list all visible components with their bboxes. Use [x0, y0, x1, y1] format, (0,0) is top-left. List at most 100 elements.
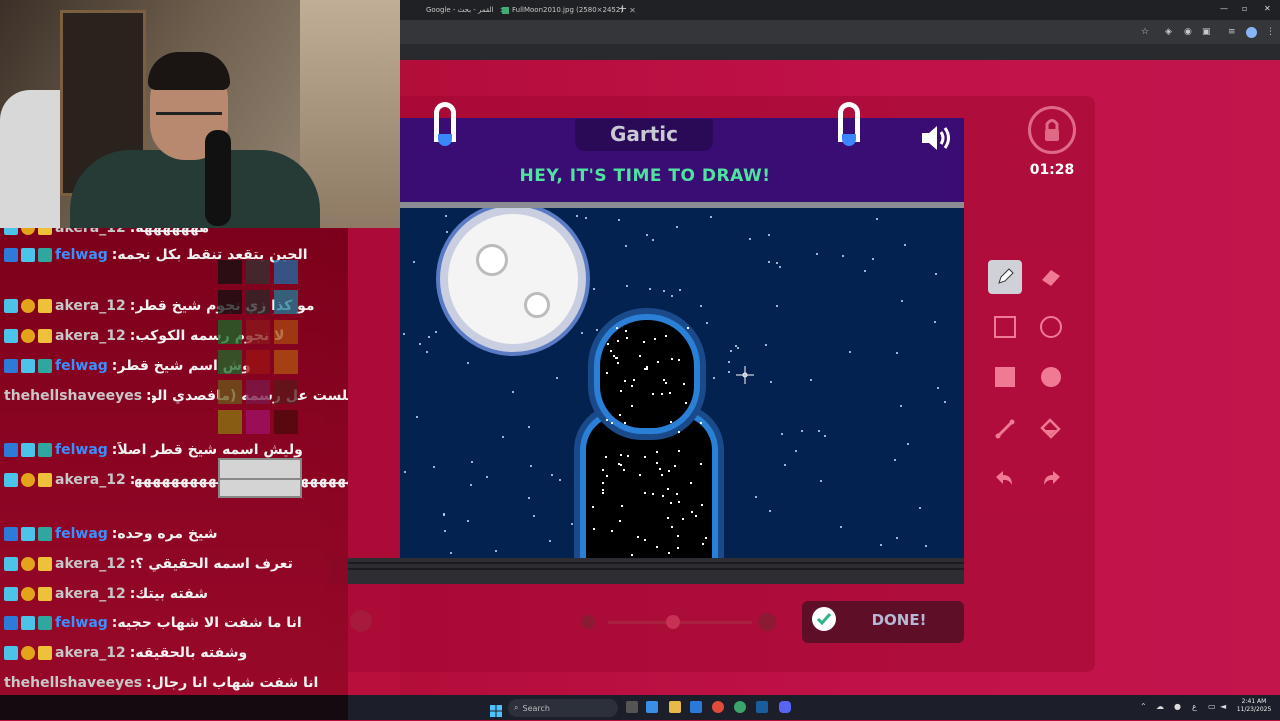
- network-icon[interactable]: ▭: [1208, 702, 1216, 711]
- star-dot: [646, 234, 648, 236]
- discord-icon[interactable]: [779, 701, 791, 713]
- draw-prompt-title: HEY, IT'S TIME TO DRAW!: [519, 166, 771, 186]
- tray-mic-icon[interactable]: ●: [1174, 702, 1181, 711]
- silhouette-star-dot: [646, 368, 648, 370]
- maximize-button[interactable]: ▫: [1242, 4, 1247, 13]
- speaker-icon[interactable]: [920, 124, 954, 152]
- close-window-button[interactable]: ✕: [1264, 4, 1271, 13]
- chat-username[interactable]: felwag: [55, 247, 108, 263]
- chat-username[interactable]: akera_12: [55, 645, 126, 661]
- palette-swatch[interactable]: [218, 350, 242, 374]
- star-dot: [904, 244, 906, 246]
- palette-swatch[interactable]: [218, 320, 242, 344]
- brush-size-slider[interactable]: [608, 621, 752, 624]
- chat-username[interactable]: felwag: [55, 526, 108, 542]
- mic-badge-icon: [21, 359, 35, 373]
- redo-tool[interactable]: [1034, 462, 1068, 496]
- taskbar-search[interactable]: ⌕ Search: [508, 699, 618, 717]
- square-fill-icon: [995, 367, 1015, 387]
- minimize-button[interactable]: —: [1220, 4, 1228, 13]
- palette-swatch[interactable]: [246, 410, 270, 434]
- volume-icon[interactable]: ◄: [1220, 702, 1226, 711]
- star-dot: [896, 352, 898, 354]
- browser-tab-google[interactable]: Google - القمر - بحث ✕: [426, 2, 506, 18]
- color-swatch[interactable]: [350, 610, 372, 632]
- tray-cloud-icon[interactable]: ☁: [1156, 702, 1164, 711]
- star-dot: [467, 520, 469, 522]
- ellipse-outline-tool[interactable]: [1034, 310, 1068, 344]
- palette-swatch[interactable]: [274, 290, 298, 314]
- palette-swatch[interactable]: [246, 380, 270, 404]
- palette-swatch[interactable]: [274, 350, 298, 374]
- silhouette-star-dot: [670, 502, 672, 504]
- palette-swatch[interactable]: [274, 410, 298, 434]
- extensions-puzzle-icon[interactable]: ▣: [1202, 27, 1211, 37]
- extension-shield-icon[interactable]: ◉: [1184, 27, 1192, 37]
- palette-swatch[interactable]: [274, 260, 298, 284]
- star-dot: [849, 351, 851, 353]
- task-view-icon[interactable]: [626, 701, 638, 713]
- eraser-tool[interactable]: [1034, 260, 1068, 294]
- star-dot: [625, 245, 627, 247]
- chat-message: akera_12: لا نجوم رسمه الكوكب: [4, 324, 284, 348]
- palette-swatch[interactable]: [274, 320, 298, 344]
- browser-menu-icon[interactable]: ⋮: [1266, 27, 1275, 37]
- rectangle-fill-tool[interactable]: [988, 360, 1022, 394]
- silhouette-star-dot: [701, 504, 703, 506]
- chat-username[interactable]: akera_12: [55, 586, 126, 602]
- silhouette-star-dot: [659, 468, 661, 470]
- silhouette-star-dot: [665, 335, 667, 337]
- undo-tool[interactable]: [988, 462, 1022, 496]
- new-tab-button[interactable]: +: [618, 2, 627, 15]
- chat-username[interactable]: akera_12: [55, 556, 126, 572]
- line-tool[interactable]: [988, 412, 1022, 446]
- palette-swatch[interactable]: [246, 290, 270, 314]
- chrome-icon[interactable]: [712, 701, 724, 713]
- palette-swatch[interactable]: [218, 290, 242, 314]
- bookmark-star-icon[interactable]: ☆: [1141, 27, 1149, 37]
- ellipse-fill-tool[interactable]: [1034, 360, 1068, 394]
- palette-swatch[interactable]: [218, 410, 242, 434]
- language-indicator[interactable]: ع: [1192, 702, 1197, 711]
- palette-swatch[interactable]: [246, 320, 270, 344]
- browser-tab-fullmoon[interactable]: FullMoon2010.jpg (2580×2452) ✕: [502, 2, 636, 18]
- palette-swatch[interactable]: [246, 350, 270, 374]
- steam-icon[interactable]: [756, 701, 768, 713]
- star-dot: [549, 540, 551, 542]
- countdown-timer: 01:28: [1029, 162, 1075, 178]
- extension-icon[interactable]: ◈: [1165, 27, 1172, 37]
- rectangle-outline-tool[interactable]: [988, 310, 1022, 344]
- brush-size-slider-thumb[interactable]: [665, 615, 680, 629]
- palette-swatch[interactable]: [246, 260, 270, 284]
- profile-avatar[interactable]: [1246, 27, 1257, 38]
- sidebar-icon[interactable]: ≡: [1228, 27, 1236, 37]
- chat-username[interactable]: felwag: [55, 442, 108, 458]
- silhouette-star-dot: [668, 470, 670, 472]
- taskbar-clock[interactable]: 2:41 AM 11/23/2025: [1234, 698, 1274, 714]
- chat-username[interactable]: akera_12: [55, 328, 126, 344]
- fill-bucket-tool[interactable]: [1034, 412, 1068, 446]
- palette-swatch[interactable]: [218, 380, 242, 404]
- chat-username[interactable]: akera_12: [55, 298, 126, 314]
- chat-username[interactable]: thehellshaveeyes: [4, 388, 142, 404]
- close-tab-icon[interactable]: ✕: [629, 6, 636, 15]
- copilot-icon[interactable]: [646, 701, 658, 713]
- palette-swatch[interactable]: [218, 260, 242, 284]
- windows-start-icon[interactable]: [490, 702, 502, 717]
- drawing-canvas[interactable]: [400, 208, 964, 560]
- chat-username[interactable]: felwag: [55, 358, 108, 374]
- tray-chevron-icon[interactable]: ⌃: [1140, 702, 1147, 711]
- store-icon[interactable]: [690, 701, 702, 713]
- silhouette-star-dot: [621, 505, 623, 507]
- palette-swatch[interactable]: [274, 380, 298, 404]
- chat-username[interactable]: thehellshaveeyes: [4, 675, 142, 691]
- moon-crater: [524, 292, 550, 318]
- silhouette-star-dot: [654, 338, 656, 340]
- chat-username[interactable]: akera_12: [55, 472, 126, 488]
- chat-username[interactable]: felwag: [55, 615, 108, 631]
- file-explorer-icon[interactable]: [669, 701, 681, 713]
- chat-username[interactable]: akera_12: [55, 228, 126, 236]
- pencil-tool[interactable]: [988, 260, 1022, 294]
- chat-message: thehellshaveeyes: انا شفت شهاب انا رجال: [4, 671, 318, 695]
- edge-icon[interactable]: [734, 701, 746, 713]
